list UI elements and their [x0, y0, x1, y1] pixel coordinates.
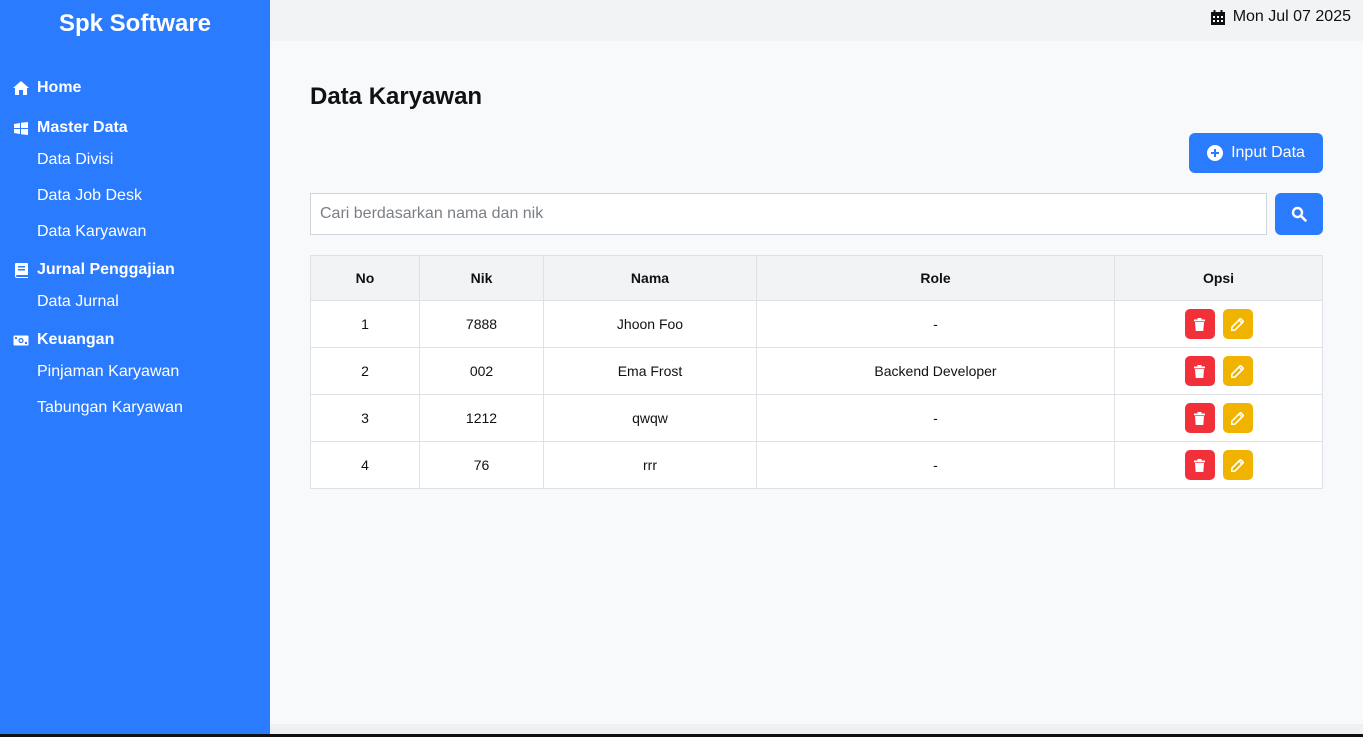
sidebar-item-home[interactable]: Home: [0, 68, 270, 108]
main-content: Data Karyawan Input Data No Nik Nama Rol…: [270, 41, 1363, 724]
column-header-opsi: Opsi: [1114, 255, 1323, 301]
cell-nik: 002: [419, 347, 544, 395]
cell-opsi: [1114, 394, 1323, 442]
sidebar-section-label: Keuangan: [37, 331, 115, 348]
cell-role: Backend Developer: [756, 347, 1115, 395]
edit-button[interactable]: [1222, 309, 1253, 339]
column-header-no: No: [310, 255, 420, 301]
sidebar-item-label: Home: [37, 79, 82, 96]
table-header-row: No Nik Nama Role Opsi: [310, 255, 1323, 301]
sidebar-item-pinjaman-karyawan[interactable]: Pinjaman Karyawan: [0, 354, 270, 390]
date-display: Mon Jul 07 2025: [1210, 8, 1351, 26]
cell-no: 1: [310, 300, 420, 348]
cell-role: -: [756, 441, 1115, 489]
delete-button[interactable]: [1184, 309, 1215, 339]
actions-bar: Input Data: [310, 133, 1323, 173]
sidebar-item-data-job-desk[interactable]: Data Job Desk: [0, 178, 270, 214]
sidebar: Spk Software Home Master Data Data Divis…: [0, 0, 270, 734]
trash-icon: [1194, 317, 1205, 331]
trash-icon: [1194, 411, 1205, 425]
home-icon: [13, 80, 29, 96]
pencil-icon: [1231, 364, 1244, 378]
search-row: [310, 193, 1323, 235]
sidebar-section-label: Master Data: [37, 119, 128, 136]
cell-role: -: [756, 394, 1115, 442]
column-header-nama: Nama: [543, 255, 757, 301]
cell-nama: rrr: [543, 441, 757, 489]
edit-button[interactable]: [1222, 403, 1253, 433]
cell-nik: 7888: [419, 300, 544, 348]
page-title: Data Karyawan: [310, 83, 483, 110]
search-button[interactable]: [1275, 193, 1323, 235]
trash-icon: [1194, 364, 1205, 378]
cell-nama: Ema Frost: [543, 347, 757, 395]
pencil-icon: [1231, 458, 1244, 472]
table-row: 3 1212 qwqw -: [310, 394, 1323, 442]
table-row: 2 002 Ema Frost Backend Developer: [310, 347, 1323, 395]
pencil-icon: [1231, 411, 1244, 425]
book-icon: [13, 262, 29, 278]
input-data-label: Input Data: [1231, 144, 1305, 161]
table-row: 4 76 rrr -: [310, 441, 1323, 489]
cell-opsi: [1114, 347, 1323, 395]
money-icon: [13, 332, 29, 348]
column-header-role: Role: [756, 255, 1115, 301]
cell-opsi: [1114, 441, 1323, 489]
cell-opsi: [1114, 300, 1323, 348]
plus-circle-icon: [1207, 145, 1224, 161]
sidebar-item-data-jurnal[interactable]: Data Jurnal: [0, 284, 270, 320]
cell-no: 4: [310, 441, 420, 489]
cell-nama: qwqw: [543, 394, 757, 442]
sidebar-item-data-divisi[interactable]: Data Divisi: [0, 142, 270, 178]
input-data-button[interactable]: Input Data: [1189, 133, 1323, 173]
sidebar-item-data-karyawan[interactable]: Data Karyawan: [0, 214, 270, 250]
footer-strip: [270, 724, 1363, 734]
date-text: Mon Jul 07 2025: [1232, 8, 1351, 25]
cell-nama: Jhoon Foo: [543, 300, 757, 348]
search-icon: [1291, 206, 1307, 222]
edit-button[interactable]: [1222, 356, 1253, 386]
cell-nik: 76: [419, 441, 544, 489]
edit-button[interactable]: [1222, 450, 1253, 480]
sidebar-nav: Home Master Data Data Divisi Data Job De…: [0, 68, 270, 426]
cell-role: -: [756, 300, 1115, 348]
delete-button[interactable]: [1184, 356, 1215, 386]
employee-table: No Nik Nama Role Opsi 1 7888 Jhoon Foo -: [310, 255, 1323, 489]
delete-button[interactable]: [1184, 403, 1215, 433]
windows-icon: [13, 120, 29, 136]
cell-no: 2: [310, 347, 420, 395]
cell-nik: 1212: [419, 394, 544, 442]
trash-icon: [1194, 458, 1205, 472]
calendar-icon: [1210, 9, 1225, 25]
pencil-icon: [1231, 317, 1244, 331]
cell-no: 3: [310, 394, 420, 442]
sidebar-section-label: Jurnal Penggajian: [37, 261, 175, 278]
search-input[interactable]: [310, 193, 1267, 235]
table-row: 1 7888 Jhoon Foo -: [310, 300, 1323, 348]
sidebar-item-tabungan-karyawan[interactable]: Tabungan Karyawan: [0, 390, 270, 426]
column-header-nik: Nik: [419, 255, 544, 301]
topbar: Mon Jul 07 2025: [270, 0, 1363, 41]
brand-title[interactable]: Spk Software: [0, 0, 270, 50]
delete-button[interactable]: [1184, 450, 1215, 480]
